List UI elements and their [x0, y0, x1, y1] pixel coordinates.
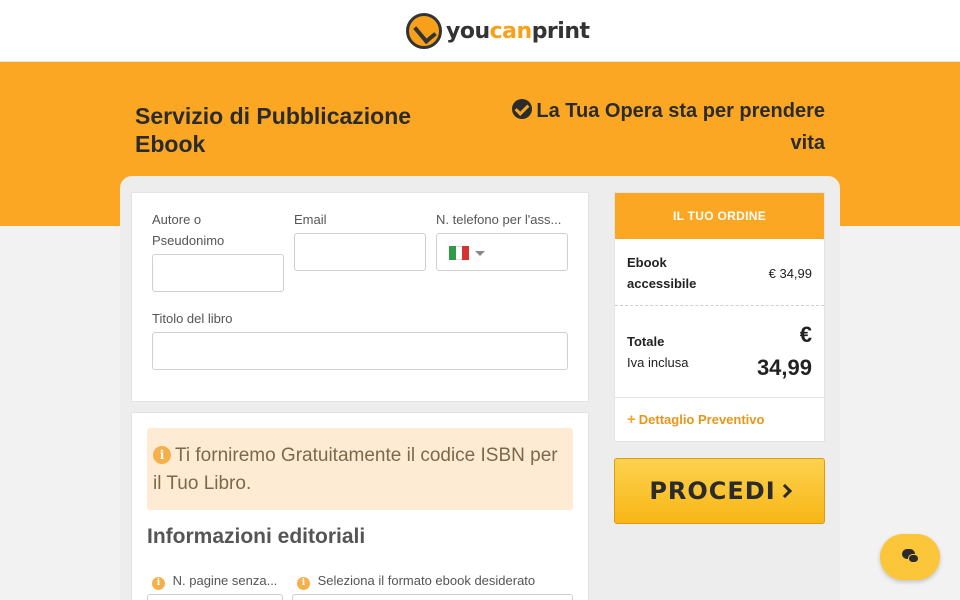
info-icon[interactable]: i — [297, 577, 310, 590]
phone-input[interactable] — [436, 233, 568, 271]
youcanprint-logo[interactable]: youcanprint — [406, 13, 590, 49]
book-title-label: Titolo del libro — [152, 311, 233, 326]
top-bar: youcanprint — [0, 0, 960, 62]
order-item-name: Ebook accessibile — [627, 255, 697, 291]
author-label: Autore o Pseudonimo — [152, 212, 225, 248]
plus-icon: + — [627, 411, 636, 428]
order-summary: IL TUO ORDINE Ebook accessibile € 34,99 … — [614, 192, 825, 442]
email-input[interactable] — [294, 233, 426, 271]
divider — [615, 397, 824, 398]
italy-flag-icon[interactable] — [449, 246, 470, 260]
author-input[interactable] — [152, 254, 284, 292]
book-title-input[interactable] — [152, 332, 568, 370]
hero-tagline: La Tua Opera sta per prendere vita — [495, 95, 825, 159]
chevron-right-icon — [777, 483, 792, 499]
vat-label: Iva inclusa — [627, 355, 689, 370]
check-circle-icon — [512, 99, 533, 119]
total-currency: € — [799, 322, 812, 347]
chat-icon — [908, 554, 919, 563]
isbn-notice: i Ti forniremo Gratuitamente il codice IS… — [147, 428, 573, 510]
total-label: Totale — [627, 334, 665, 349]
info-icon: i — [153, 446, 171, 464]
pages-label: i N. pagine senza... — [152, 570, 277, 591]
divider — [615, 305, 824, 306]
logo-mark-icon — [406, 13, 442, 49]
logo-text: youcanprint — [446, 18, 590, 44]
format-label: i Seleziona il formato ebook desiderato — [297, 570, 535, 591]
email-label: Email — [294, 212, 327, 227]
chat-button[interactable] — [880, 534, 940, 580]
procedi-button[interactable]: PROCEDI — [614, 458, 825, 524]
format-select[interactable] — [292, 594, 573, 600]
detail-link[interactable]: + Dettaglio Preventivo — [627, 409, 764, 430]
page-title: Servizio di Pubblicazione Ebook — [135, 103, 412, 157]
phone-label: N. telefono per l'ass... — [436, 212, 562, 227]
info-icon[interactable]: i — [152, 577, 165, 590]
pages-input[interactable] — [147, 594, 283, 600]
total-amount: 34,99 — [756, 355, 812, 380]
order-header: IL TUO ORDINE — [615, 193, 824, 239]
editorial-heading: Informazioni editoriali — [147, 525, 366, 548]
chevron-down-icon[interactable] — [475, 251, 485, 256]
order-item-price: € 34,99 — [768, 266, 812, 281]
